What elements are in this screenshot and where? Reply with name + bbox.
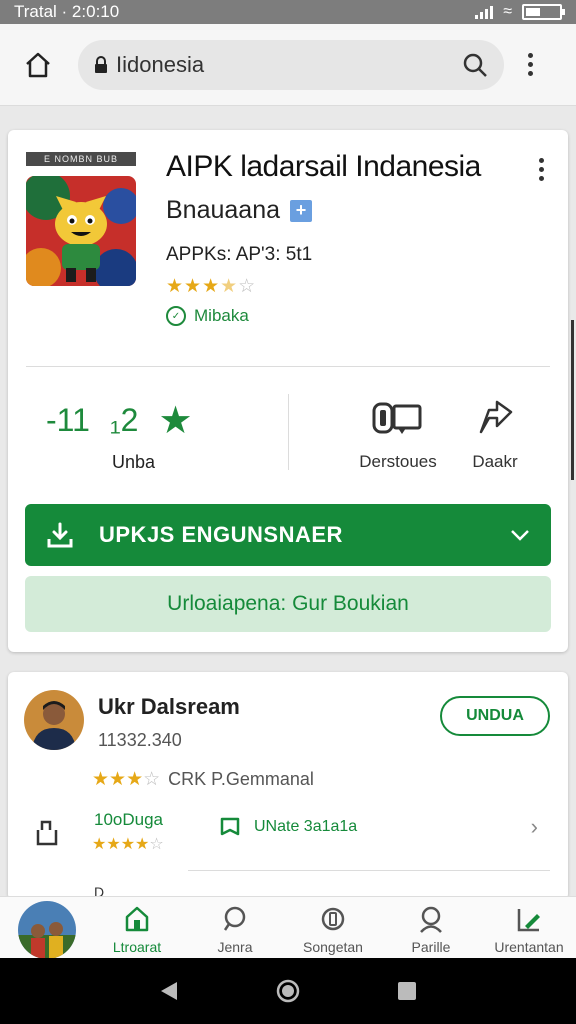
sub-left-label: 10oDuga <box>94 810 164 829</box>
devices-icon <box>372 398 424 438</box>
nav-item-search[interactable]: Jenra <box>190 905 280 955</box>
app-title: AIPK ladarsail Indanesia <box>166 150 481 183</box>
nav-item-profile[interactable]: Parille <box>386 905 476 955</box>
home-button[interactable] <box>16 43 60 87</box>
stats-row: -11 ₁2 ★ <box>46 398 193 443</box>
chevron-down-icon[interactable] <box>509 528 531 542</box>
reviewer-name: Ukr Dalsream <box>98 694 240 719</box>
stat-label: Unba <box>112 452 156 472</box>
plus-icon: + <box>290 199 313 222</box>
devices-action[interactable]: Derstoues <box>350 398 446 472</box>
unduh-button[interactable]: UNDUA <box>440 696 550 736</box>
phone-icon <box>36 820 58 846</box>
install-label: UPKJS ENGUNSNAER <box>99 522 343 547</box>
address-bar[interactable]: Iidonesia <box>78 39 504 90</box>
battery-icon <box>522 4 565 20</box>
browser-menu-button[interactable] <box>520 53 540 76</box>
verified-badge: ✓ Mibaka <box>166 306 249 326</box>
developer-row[interactable]: Bnauaana + <box>166 196 313 225</box>
download-icon <box>45 520 75 550</box>
app-more-button[interactable] <box>539 158 544 181</box>
developer-name[interactable]: Bnauaana <box>166 196 280 225</box>
bookmark-icon <box>220 817 240 836</box>
browser-toolbar: Iidonesia <box>0 24 576 106</box>
profile-avatar[interactable] <box>18 901 76 959</box>
chevron-right-icon[interactable]: › <box>531 814 538 840</box>
divider-vertical <box>288 394 289 470</box>
install-button[interactable]: UPKJS ENGUNSNAER <box>25 504 551 566</box>
nav-label: Urentantan <box>494 939 564 955</box>
sub-mid-label: UNate 3a1a1a <box>254 818 358 835</box>
scrollbar[interactable] <box>571 320 574 480</box>
url-text: Iidonesia <box>116 51 205 77</box>
system-navigation <box>0 958 576 1024</box>
nav-item-home[interactable]: Ltroarat <box>92 905 182 955</box>
stat-value-1: -11 <box>46 402 90 438</box>
sub-rating-stars: ★★★★☆ <box>92 836 164 853</box>
reviewer-avatar[interactable] <box>24 690 84 750</box>
search-icon[interactable] <box>462 52 488 78</box>
review-sub-row[interactable]: 10oDuga ★★★★☆ UNate 3a1a1a › <box>28 808 548 858</box>
person-icon <box>420 906 442 933</box>
edit-icon <box>517 909 540 932</box>
stat-value-2: ₁2 <box>109 402 139 438</box>
home-icon <box>125 906 149 932</box>
status-time: Tratal · 2:0:10 <box>14 2 120 21</box>
review-card: Ukr Dalsream 11332.340 UNDUA ★★★☆ CRK P.… <box>8 672 568 900</box>
share-icon <box>475 398 515 438</box>
home-icon <box>26 52 50 77</box>
lock-icon <box>95 55 107 73</box>
share-label: Daakr <box>472 452 518 471</box>
nav-item-updates[interactable]: Urentantan <box>484 905 574 955</box>
nav-item-apps[interactable]: Songetan <box>288 905 378 955</box>
check-circle-icon: ✓ <box>166 306 186 326</box>
nav-label: Songetan <box>303 939 363 955</box>
devices-label: Derstoues <box>359 452 437 471</box>
recents-icon[interactable] <box>397 981 417 1001</box>
apps-icon <box>321 907 345 931</box>
status-bar: Tratal · 2:0:10 ≈ <box>0 0 576 24</box>
verified-label: Mibaka <box>194 306 249 325</box>
star-icon: ★ <box>158 400 193 442</box>
app-rating-stars: ★★★★☆ <box>166 276 257 297</box>
wifi-icon: ≈ <box>503 3 512 20</box>
nav-label: Parille <box>411 939 451 955</box>
reviewer-sub: 11332.340 <box>98 730 182 750</box>
review-rating: ★★★☆ CRK P.Gemmanal <box>92 769 314 790</box>
home-circle-icon[interactable] <box>276 979 300 1003</box>
app-card: E NOMBN BUB AIPK ladarsail Indanesia Bna… <box>8 130 568 652</box>
back-icon[interactable] <box>159 980 179 1002</box>
divider <box>188 870 550 871</box>
app-icon-image[interactable] <box>26 176 136 286</box>
nav-label: Jenra <box>217 939 253 955</box>
nav-label: Ltroarat <box>112 939 162 955</box>
review-rating-text: CRK P.Gemmanal <box>168 769 314 789</box>
bottom-navigation: Ltroarat Jenra Songetan Parille Urentant… <box>0 896 576 959</box>
signal-icon <box>475 5 494 19</box>
app-meta: APPKs: AP'3: 5t1 <box>166 244 313 265</box>
search-icon <box>223 906 246 931</box>
share-action[interactable]: Daakr <box>460 398 530 472</box>
status-icons: ≈ <box>475 3 565 20</box>
app-tag: E NOMBN BUB <box>26 152 136 166</box>
secondary-button[interactable]: Urloaiapena: Gur Boukian <box>25 576 551 632</box>
divider <box>26 366 550 367</box>
